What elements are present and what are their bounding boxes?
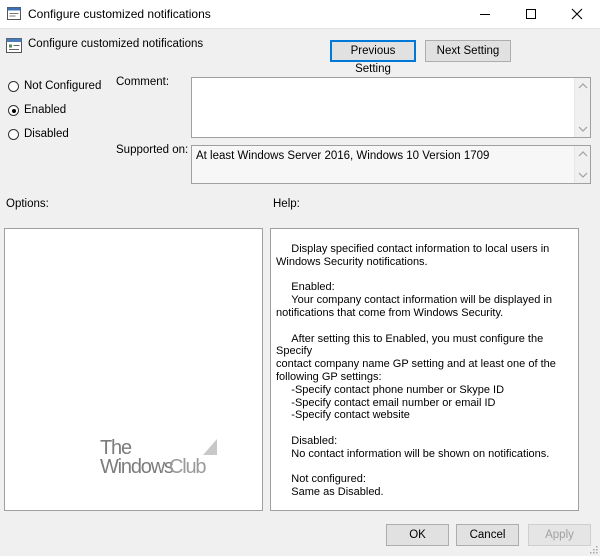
- supported-on-value: At least Windows Server 2016, Windows 10…: [196, 150, 490, 162]
- watermark-line-2: Windows: [100, 456, 174, 478]
- options-label: Options:: [6, 198, 49, 210]
- previous-setting-button[interactable]: Previous Setting: [330, 40, 416, 75]
- policy-name: Configure customized notifications: [28, 38, 204, 50]
- resize-grip-icon[interactable]: [588, 544, 598, 554]
- radio-label: Enabled: [24, 104, 67, 116]
- close-button[interactable]: [554, 0, 600, 28]
- policy-setting-icon: [6, 38, 22, 53]
- maximize-icon: [526, 9, 536, 19]
- minimize-icon: [480, 14, 490, 15]
- supported-on-label: Supported on:: [116, 144, 189, 156]
- ok-button[interactable]: OK: [386, 524, 449, 546]
- title-bar: Configure customized notifications: [0, 0, 600, 29]
- window-title: Configure customized notifications: [28, 7, 211, 21]
- cancel-button[interactable]: Cancel: [456, 524, 519, 546]
- next-setting-button[interactable]: Next Setting: [425, 40, 511, 62]
- radio-button[interactable]: [8, 129, 19, 140]
- scroll-up-icon[interactable]: [578, 150, 588, 158]
- comment-label: Comment:: [116, 76, 170, 88]
- policy-editor-icon: [7, 7, 21, 20]
- radio-label: Disabled: [24, 128, 69, 140]
- radio-label: Not Configured: [24, 80, 102, 92]
- scroll-down-icon[interactable]: [578, 171, 588, 179]
- watermark-line-3: Club: [169, 456, 207, 478]
- maximize-button[interactable]: [508, 0, 554, 28]
- watermark-shape-icon: [203, 439, 217, 455]
- radio-button[interactable]: [8, 105, 19, 116]
- supported-on-field: At least Windows Server 2016, Windows 10…: [191, 145, 591, 184]
- apply-button[interactable]: Apply: [528, 524, 591, 546]
- help-text: Display specified contact information to…: [276, 243, 556, 499]
- help-label: Help:: [273, 198, 300, 210]
- supported-scrollbar[interactable]: [574, 146, 590, 183]
- scroll-down-icon[interactable]: [578, 125, 588, 133]
- radio-selected-dot: [11, 108, 16, 113]
- minimize-button[interactable]: [462, 0, 508, 28]
- close-icon: [571, 8, 583, 20]
- comment-textarea[interactable]: [191, 77, 591, 138]
- scroll-up-icon[interactable]: [578, 82, 588, 90]
- radio-button[interactable]: [8, 81, 19, 92]
- help-pane[interactable]: Display specified contact information to…: [270, 228, 579, 511]
- comment-scrollbar[interactable]: [574, 78, 590, 137]
- watermark-logo: The Windows Club: [100, 437, 222, 481]
